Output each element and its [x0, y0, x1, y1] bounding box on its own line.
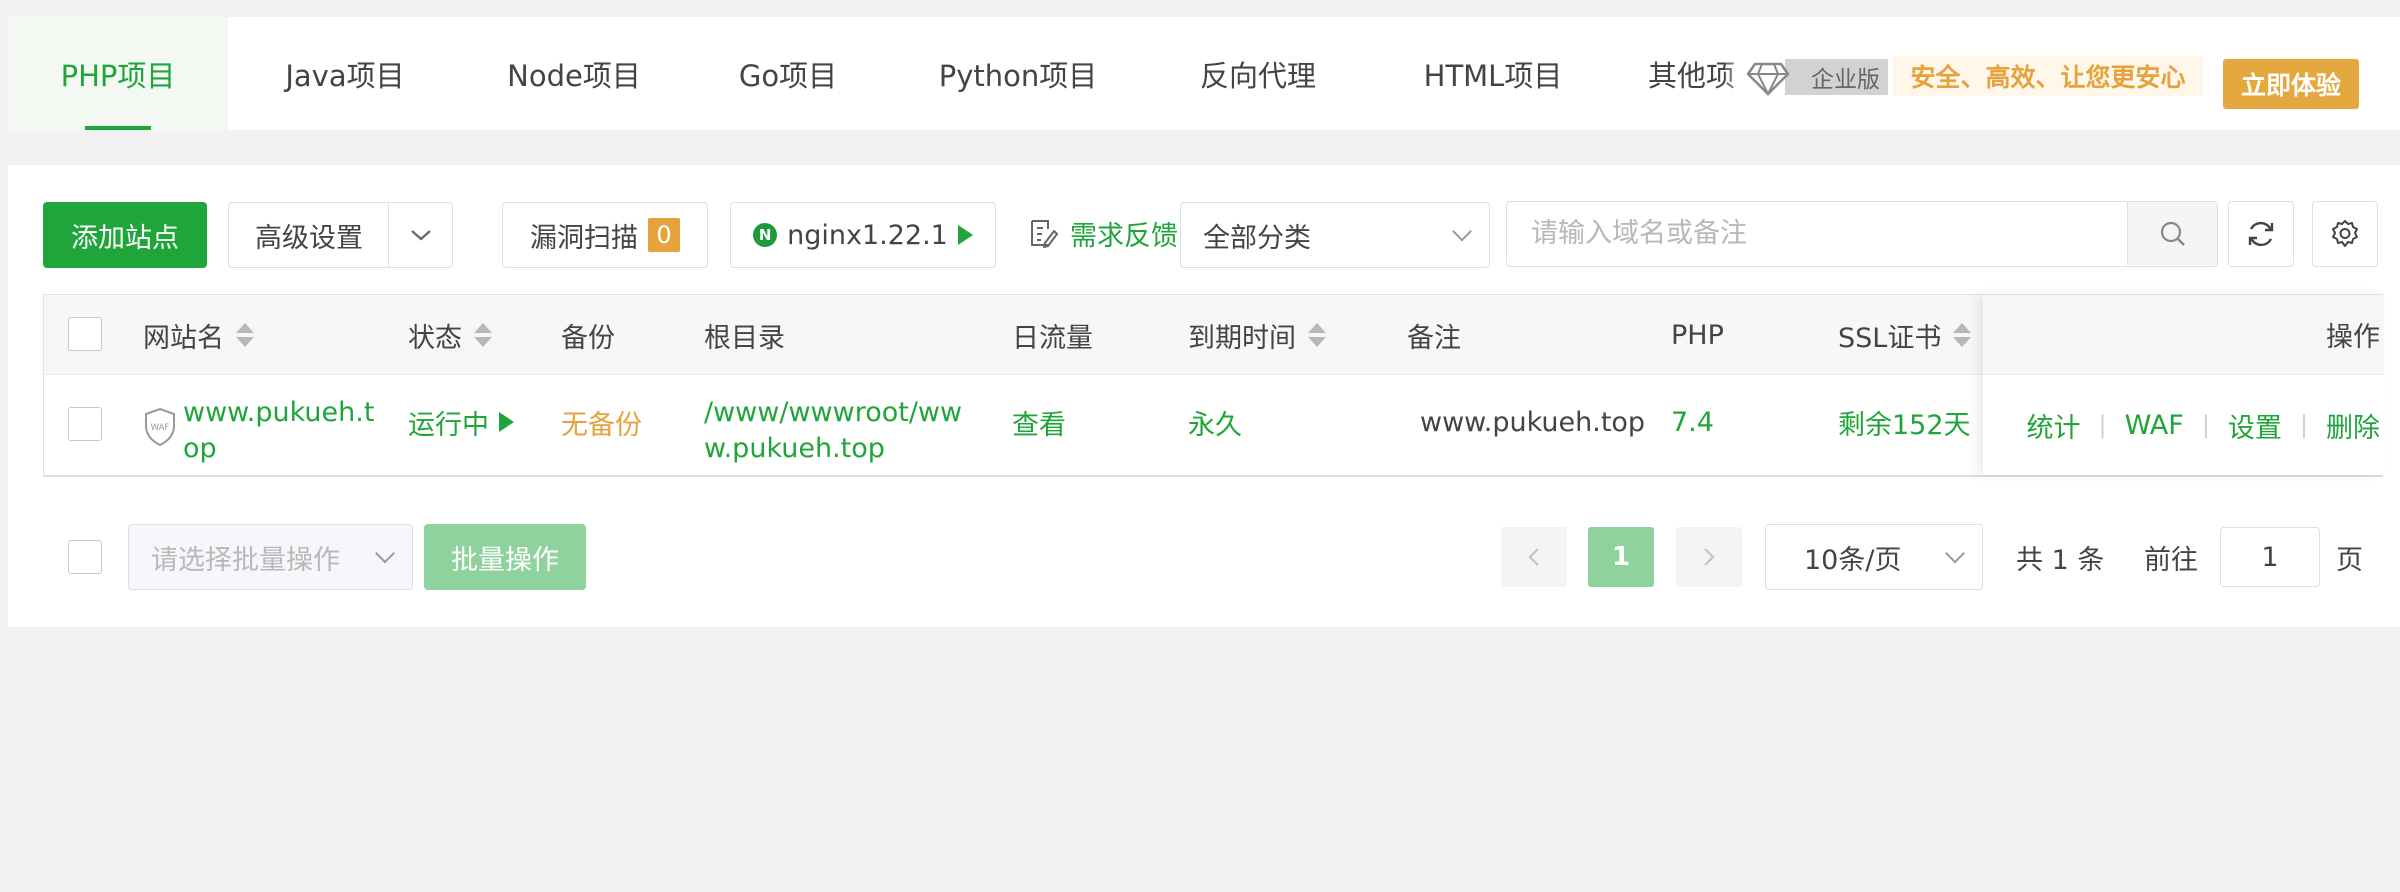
column-operations: 操作 — [1983, 295, 2384, 375]
remark-value[interactable]: www.pukueh.top — [1420, 402, 1645, 442]
page-suffix: 页 — [2336, 544, 2363, 576]
tab-node[interactable]: Node项目 — [464, 17, 684, 130]
column-site-name[interactable]: 网站名 — [143, 295, 254, 375]
tab-go[interactable]: Go项目 — [698, 17, 878, 130]
category-select[interactable]: 全部分类 — [1180, 202, 1490, 268]
vuln-count-badge: 0 — [648, 218, 680, 252]
tab-reverse-proxy[interactable]: 反向代理 — [1158, 17, 1358, 130]
column-ssl[interactable]: SSL证书 — [1838, 295, 1972, 375]
tab-java[interactable]: Java项目 — [240, 17, 450, 130]
stats-link[interactable]: 统计 — [2026, 406, 2080, 445]
php-version-link[interactable]: 7.4 — [1671, 402, 1714, 442]
vuln-scan-label: 漏洞扫描 — [530, 222, 638, 254]
column-remark: 备注 — [1407, 322, 1461, 354]
diamond-icon — [1746, 62, 1790, 97]
select-all-checkbox[interactable] — [68, 317, 102, 351]
feedback-link[interactable]: 需求反馈 — [1028, 213, 1178, 253]
waf-link[interactable]: WAF — [2125, 410, 2184, 441]
column-root-dir: 根目录 — [704, 322, 785, 354]
divider: | — [2098, 411, 2107, 439]
nginx-version: nginx1.22.1 — [787, 219, 948, 251]
batch-operation-button[interactable]: 批量操作 — [424, 524, 586, 590]
chevron-down-icon — [1452, 221, 1472, 242]
goto-page-input[interactable] — [2220, 527, 2320, 587]
nginx-status-button[interactable]: N nginx1.22.1 — [730, 202, 996, 268]
advanced-settings-dropdown[interactable] — [388, 202, 453, 268]
site-list-panel: 添加站点 高级设置 漏洞扫描 0 N nginx1.22.1 需求反馈 全部分类 — [8, 165, 2400, 627]
status-running[interactable]: 运行中 — [408, 402, 514, 442]
waf-shield-icon: WAF — [145, 407, 175, 447]
column-expire[interactable]: 到期时间 — [1188, 295, 1326, 375]
divider: | — [2299, 411, 2308, 439]
try-now-button[interactable]: 立即体验 — [2223, 59, 2359, 109]
next-page-button[interactable] — [1676, 527, 1742, 587]
play-icon — [957, 225, 973, 245]
refresh-icon — [2248, 221, 2274, 247]
site-table: 网站名 状态 备份 根目录 日流量 到期时间 备注 PHP SSL证书 WAF … — [43, 294, 2384, 477]
view-traffic-link[interactable]: 查看 — [1012, 402, 1066, 442]
column-status[interactable]: 状态 — [408, 295, 492, 375]
search-button[interactable] — [2127, 202, 2217, 265]
sort-icon — [1308, 323, 1326, 347]
chevron-down-icon — [1945, 543, 1965, 564]
site-name-link[interactable]: www.pukueh.t op — [183, 395, 374, 467]
gear-icon — [2332, 220, 2358, 247]
vuln-scan-button[interactable]: 漏洞扫描 0 — [502, 202, 708, 268]
project-tab-bar: PHP项目 Java项目 Node项目 Go项目 Python项目 反向代理 H… — [8, 17, 2400, 130]
settings-link[interactable]: 设置 — [2228, 406, 2282, 445]
sort-icon — [236, 323, 254, 347]
svg-text:WAF: WAF — [151, 423, 170, 433]
add-site-button[interactable]: 添加站点 — [43, 202, 207, 268]
page-number-button[interactable]: 1 — [1588, 527, 1654, 587]
root-dir-link[interactable]: /www/wwwroot/ww w.pukueh.top — [704, 395, 962, 464]
total-count: 共 1 条 — [2016, 544, 2105, 576]
expire-date-link[interactable]: 永久 — [1188, 402, 1242, 442]
refresh-button[interactable] — [2228, 201, 2294, 267]
column-daily-traffic: 日流量 — [1012, 322, 1093, 354]
search-input[interactable] — [1507, 202, 2119, 265]
promo-slogan: 安全、高效、让您更安心 — [1893, 56, 2203, 96]
play-icon — [499, 412, 514, 432]
row-operations: 统计 | WAF | 设置 | 删除 — [1983, 375, 2384, 475]
prev-page-button[interactable] — [1501, 527, 1567, 587]
active-tab-indicator — [85, 126, 151, 130]
sort-icon — [474, 323, 492, 347]
page-size-select[interactable]: 10条/页 — [1765, 524, 1983, 590]
enterprise-promo: 企业版 安全、高效、让您更安心 立即体验 — [1725, 50, 2400, 116]
backup-status-link[interactable]: 无备份 — [561, 402, 642, 442]
chevron-down-icon — [375, 543, 395, 564]
nginx-logo-icon: N — [753, 223, 778, 247]
batch-select-checkbox[interactable] — [68, 540, 102, 574]
batch-action-select[interactable]: 请选择批量操作 — [128, 524, 413, 590]
chevron-left-icon — [1528, 548, 1539, 566]
row-checkbox[interactable] — [68, 407, 102, 441]
search-box — [1506, 201, 2218, 267]
search-icon — [2160, 221, 2185, 246]
tab-php[interactable]: PHP项目 — [8, 17, 228, 130]
operations-column: 操作 统计 | WAF | 设置 | 删除 — [1983, 295, 2384, 475]
tab-html[interactable]: HTML项目 — [1378, 17, 1608, 130]
column-php: PHP — [1671, 319, 1724, 351]
edit-note-icon — [1031, 220, 1058, 248]
ssl-remaining-link[interactable]: 剩余152天 — [1838, 402, 1971, 442]
chevron-right-icon — [1704, 548, 1715, 566]
column-backup: 备份 — [561, 322, 615, 354]
enterprise-badge: 企业版 — [1785, 59, 1888, 95]
goto-label: 前往 — [2144, 544, 2198, 576]
tab-python[interactable]: Python项目 — [898, 17, 1138, 130]
sort-icon — [1953, 323, 1972, 347]
advanced-settings-button[interactable]: 高级设置 — [228, 202, 390, 268]
site-name-cell: WAF www.pukueh.t op — [143, 395, 374, 464]
chevron-down-icon — [410, 230, 431, 241]
divider: | — [2201, 411, 2210, 439]
delete-link[interactable]: 删除 — [2326, 406, 2380, 445]
column-settings-button[interactable] — [2312, 201, 2378, 267]
